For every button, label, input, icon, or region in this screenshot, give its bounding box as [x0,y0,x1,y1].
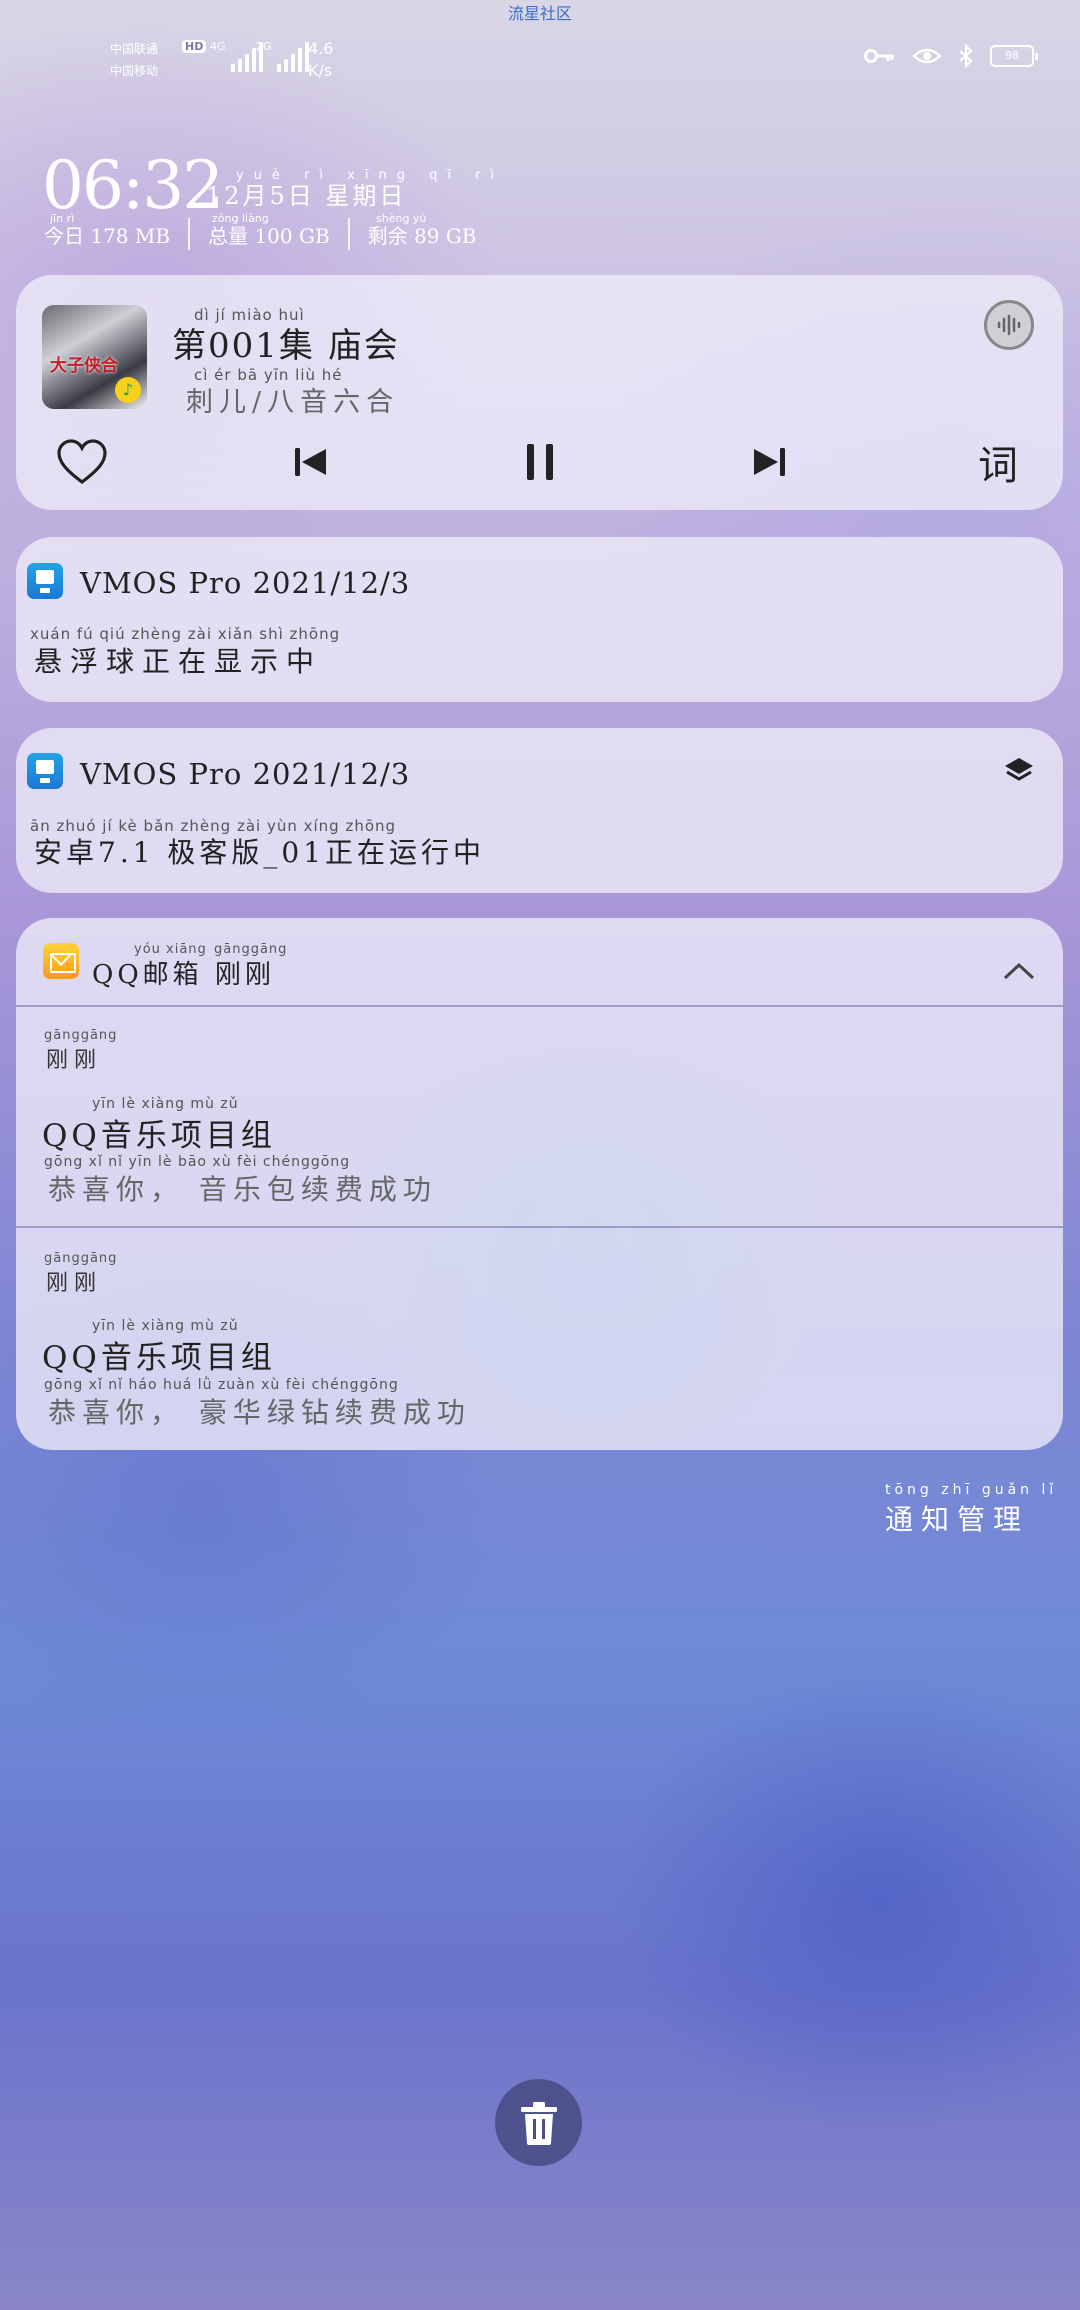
qq-music-badge-icon: ♪ [115,377,141,403]
message-sender[interactable]: QQ音乐项目组 [42,1110,276,1155]
network-2-label: 2G [256,40,272,53]
pause-button[interactable] [515,432,565,492]
previous-icon [295,448,326,476]
message-text[interactable]: 恭喜你， 音乐包续费成功 [48,1168,437,1208]
key-icon [864,49,894,63]
like-button[interactable] [52,432,112,492]
message-time: 刚刚 [46,1048,103,1073]
storage-today-value: 178 MB [90,223,171,248]
status-icons: 98 [864,44,1038,68]
battery-icon: 98 [990,45,1038,67]
manage-pinyin: tōng zhī guǎn lǐ [885,1482,1058,1498]
signal-1-icon: 4G [210,40,263,72]
message-time: 刚刚 [46,1271,103,1296]
message-time-pinyin: gānggāng [44,1251,118,1266]
hd-badge: HD [182,40,207,53]
vmos-app-icon [27,753,63,789]
notification-date: 2021/12/3 [252,757,411,791]
carrier-1: 中国联通 [110,42,159,56]
storage-info: 今日 178 MB 总量 100 GB 剩余 89 GB [44,218,477,250]
speed-unit: K/s [308,61,333,80]
speed-value: 4.6 [308,39,334,58]
network-1-label: 4G [210,40,226,53]
clear-all-button[interactable] [495,2079,582,2166]
mail-app-name: QQ邮箱 [92,960,203,990]
mail-time-header: 刚刚 [214,960,275,990]
previous-button[interactable] [286,432,336,492]
trash-icon [520,2101,557,2145]
message-time-pinyin: gānggāng [44,1028,118,1043]
notification-manage-link[interactable]: 通知管理 [885,1498,1029,1538]
divider [16,1226,1063,1228]
album-title-text: 大子侠合 [50,356,118,376]
notification-app-name: VMOS Pro [80,757,243,791]
notification-header: VMOS Pro 2021/12/3 [80,757,410,791]
watermark: 流星社区 [507,4,572,23]
eye-icon [912,48,942,64]
lyrics-button[interactable]: 词 [972,432,1024,492]
notification-date: 2021/12/3 [252,566,411,600]
qq-mail-app-icon [43,943,79,979]
notification-header: VMOS Pro 2021/12/3 [80,566,410,600]
notification-body: 悬浮球正在显示中 [34,645,323,678]
artist-name: 刺儿/八音六合 [186,387,400,418]
vmos-app-icon [27,563,63,599]
next-button[interactable] [744,432,794,492]
storage-left-value: 89 GB [414,223,477,248]
storage-left-label: 剩余 [367,223,408,248]
collapse-chevron-icon[interactable] [1002,960,1036,982]
next-icon [754,448,785,476]
bluetooth-icon [959,44,973,68]
song-title: 第001集 庙会 [172,326,400,366]
pause-icon [527,444,553,480]
audio-output-icon[interactable] [984,300,1034,350]
notification-body: 安卓7.1 极客版_01正在运行中 [34,836,486,869]
date: 12月5日 星期日 [206,182,407,210]
message-sender[interactable]: QQ音乐项目组 [42,1332,276,1377]
layers-icon[interactable] [1003,755,1035,787]
storage-divider [347,218,350,250]
storage-total-label: 总量 [208,223,249,248]
like-icon [57,439,107,485]
notification-app-name: VMOS Pro [80,566,243,600]
network-speed: 4.6 K/s [308,38,333,82]
storage-total-value: 100 GB [254,223,330,248]
signal-2-icon: 2G [256,40,309,72]
divider [16,1005,1063,1007]
storage-today-label: 今日 [44,223,84,248]
album-art[interactable]: 大子侠合 ♪ [42,305,147,409]
storage-divider [188,218,191,250]
message-text[interactable]: 恭喜你， 豪华绿钻续费成功 [48,1391,471,1431]
carrier-2: 中国移动 [110,64,159,78]
mail-header: QQ邮箱 刚刚 [92,954,275,991]
carrier-labels: 中国联通 中国移动 [110,38,158,82]
